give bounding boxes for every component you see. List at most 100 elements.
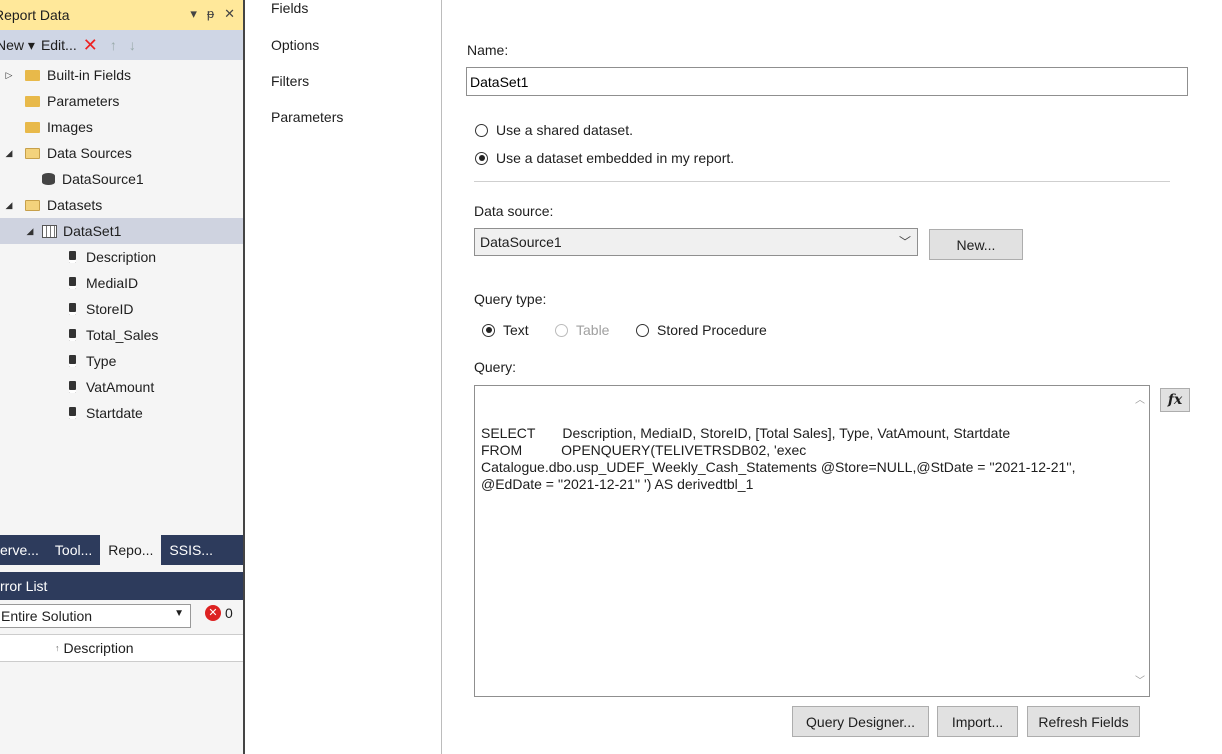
nav-item-filters[interactable]: Filters: [271, 73, 309, 89]
tree-item-data-sources[interactable]: ◢ Data Sources: [0, 140, 243, 166]
query-type-stored-procedure[interactable]: Stored Procedure: [636, 322, 767, 338]
expand-icon[interactable]: ▷: [3, 70, 15, 81]
delete-icon[interactable]: ✕: [83, 35, 98, 56]
tree-item-label: Built-in Fields: [47, 67, 132, 83]
chevron-down-icon: ▼: [174, 608, 184, 619]
new-button[interactable]: New ▾: [0, 37, 35, 54]
data-source-select[interactable]: DataSource1 ﹀: [474, 228, 918, 256]
move-up-icon[interactable]: ↑: [110, 37, 117, 53]
open-folder-icon: [25, 147, 40, 159]
close-icon[interactable]: ✕: [224, 6, 235, 22]
field-icon: [69, 407, 76, 419]
tree-item-field-description[interactable]: Description: [0, 244, 243, 270]
nav-item-parameters[interactable]: Parameters: [271, 109, 343, 125]
tree-item-dataset1[interactable]: ◢ DataSet1: [0, 218, 243, 244]
tree-item-label: Datasets: [47, 197, 103, 213]
import-button[interactable]: Import...: [937, 706, 1018, 737]
data-source-value: DataSource1: [480, 234, 562, 250]
errors-filter-button[interactable]: ✕ 0: [205, 605, 233, 621]
query-label: Query:: [474, 359, 517, 375]
table-icon: [42, 224, 57, 238]
embedded-dataset-option[interactable]: Use a dataset embedded in my report.: [475, 150, 734, 166]
query-text: SELECT Description, MediaID, StoreID, [T…: [481, 425, 1076, 492]
new-data-source-button[interactable]: New...: [929, 229, 1023, 260]
tree-item-label: Total_Sales: [86, 327, 159, 343]
section-separator: [474, 181, 1170, 182]
scroll-down-icon[interactable]: ﹀: [1135, 673, 1145, 690]
collapse-icon[interactable]: ◢: [24, 226, 36, 237]
radio-selected-icon: [475, 151, 488, 165]
field-icon: [69, 277, 76, 289]
radio-icon: [475, 123, 488, 137]
tree-item-parameters[interactable]: Parameters: [0, 88, 243, 114]
tab-report-data[interactable]: Repo...: [100, 535, 162, 565]
nav-item-options[interactable]: Options: [271, 37, 319, 53]
tree-item-datasource1[interactable]: DataSource1: [0, 166, 243, 192]
report-data-title: Report Data: [0, 7, 70, 23]
collapse-icon[interactable]: ◢: [3, 200, 15, 211]
tree-item-field-total-sales[interactable]: Total_Sales: [0, 322, 243, 348]
tree-item-label: Images: [47, 119, 93, 135]
tree-item-images[interactable]: Images: [0, 114, 243, 140]
name-label: Name:: [467, 42, 509, 58]
nav-item-fields[interactable]: Fields: [271, 0, 308, 16]
radio-icon: [636, 323, 649, 337]
query-type-text[interactable]: Text: [482, 322, 529, 338]
pin-icon[interactable]: ᵽ: [207, 6, 214, 22]
expression-button[interactable]: fx: [1160, 388, 1190, 412]
tree-item-label: Data Sources: [47, 145, 132, 161]
error-scope-select[interactable]: Entire Solution ▼: [0, 604, 191, 628]
tree-item-built-in-fields[interactable]: ▷ Built-in Fields: [0, 62, 243, 88]
folder-icon: [25, 69, 40, 81]
edit-button[interactable]: Edit...: [41, 37, 77, 53]
shared-dataset-option[interactable]: Use a shared dataset.: [475, 122, 633, 138]
tree-item-field-mediaid[interactable]: MediaID: [0, 270, 243, 296]
sort-icon[interactable]: ↑: [55, 643, 60, 653]
tree-item-label: Startdate: [86, 405, 143, 421]
shared-dataset-label: Use a shared dataset.: [496, 122, 633, 138]
field-icon: [69, 329, 76, 341]
error-list-toolbar: Entire Solution ▼ ✕ 0: [0, 600, 243, 634]
query-type-label: Query type:: [474, 291, 547, 307]
column-description[interactable]: Description: [64, 640, 134, 656]
tab-ssis[interactable]: SSIS...: [161, 535, 221, 565]
error-list-title: rror List: [0, 578, 48, 594]
error-list-titlebar: rror List: [0, 572, 243, 600]
move-down-icon[interactable]: ↓: [129, 37, 136, 53]
radio-icon: [555, 323, 568, 337]
database-icon: [42, 173, 55, 185]
dropdown-icon[interactable]: ▾: [190, 6, 197, 22]
field-icon: [69, 355, 76, 367]
scroll-up-icon[interactable]: ︿: [1135, 392, 1145, 409]
error-icon: ✕: [205, 605, 221, 621]
name-input[interactable]: [466, 67, 1188, 96]
collapse-icon[interactable]: ◢: [3, 148, 15, 159]
tab-server-explorer[interactable]: erve...: [0, 535, 47, 565]
field-icon: [69, 381, 76, 393]
tree-item-label: VatAmount: [86, 379, 155, 395]
report-data-toolbar: New ▾ Edit... ✕ ↑ ↓: [0, 30, 243, 60]
tree-item-field-vatamount[interactable]: VatAmount: [0, 374, 243, 400]
error-scope-value: Entire Solution: [1, 608, 93, 624]
tab-toolbox[interactable]: Tool...: [47, 535, 100, 565]
tree-item-label: StoreID: [86, 301, 134, 317]
tree-item-field-type[interactable]: Type: [0, 348, 243, 374]
error-list-header: ↑ Description: [0, 634, 243, 662]
radio-selected-icon: [482, 323, 495, 337]
query-designer-button[interactable]: Query Designer...: [792, 706, 929, 737]
refresh-fields-button[interactable]: Refresh Fields: [1027, 706, 1140, 737]
tree-item-label: DataSet1: [63, 223, 122, 239]
folder-icon: [25, 121, 40, 133]
dataset-properties-nav: Fields Options Filters Parameters: [245, 0, 441, 754]
tree-item-field-storeid[interactable]: StoreID: [0, 296, 243, 322]
query-type-stored-procedure-label: Stored Procedure: [657, 322, 767, 338]
data-source-label: Data source:: [474, 203, 554, 219]
tree-item-datasets[interactable]: ◢ Datasets: [0, 192, 243, 218]
report-data-tree: ▷ Built-in Fields Parameters Images ◢ Da…: [0, 62, 243, 426]
folder-icon: [25, 95, 40, 107]
field-icon: [69, 251, 76, 263]
error-count: 0: [225, 605, 233, 621]
tree-item-field-startdate[interactable]: Startdate: [0, 400, 243, 426]
query-textarea[interactable]: SELECT Description, MediaID, StoreID, [T…: [474, 385, 1150, 697]
chevron-down-icon: ﹀: [898, 235, 911, 249]
